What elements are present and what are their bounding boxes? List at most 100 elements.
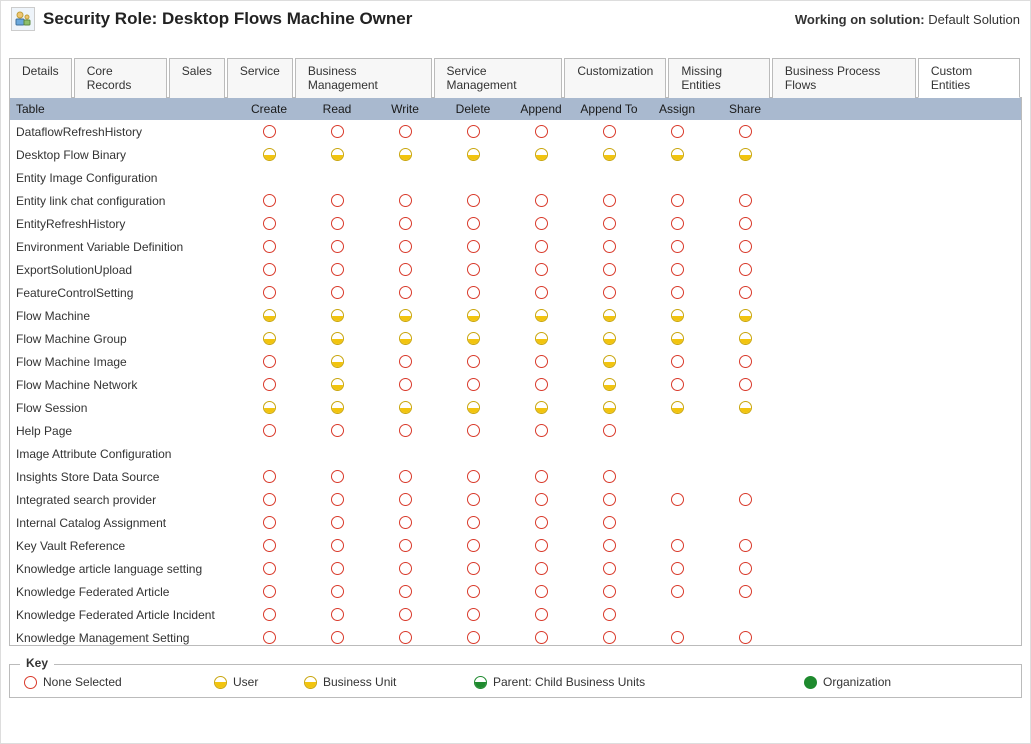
priv-none-icon[interactable] (263, 194, 276, 207)
priv-none-icon[interactable] (671, 286, 684, 299)
priv-cell[interactable] (575, 585, 643, 598)
priv-cell[interactable] (507, 286, 575, 299)
column-header-append[interactable]: Append (507, 102, 575, 116)
priv-cell[interactable] (439, 493, 507, 506)
priv-cell[interactable] (371, 148, 439, 161)
priv-none-icon[interactable] (331, 424, 344, 437)
priv-none-icon[interactable] (263, 378, 276, 391)
entity-name[interactable]: Internal Catalog Assignment (10, 516, 235, 530)
priv-cell[interactable] (371, 217, 439, 230)
priv-cell[interactable] (303, 631, 371, 644)
priv-cell[interactable] (235, 378, 303, 391)
priv-none-icon[interactable] (467, 378, 480, 391)
priv-none-icon[interactable] (399, 608, 412, 621)
priv-none-icon[interactable] (399, 493, 412, 506)
entity-name[interactable]: Integrated search provider (10, 493, 235, 507)
priv-user-icon[interactable] (263, 309, 276, 322)
priv-cell[interactable] (575, 608, 643, 621)
priv-none-icon[interactable] (603, 470, 616, 483)
priv-user-icon[interactable] (603, 309, 616, 322)
priv-none-icon[interactable] (263, 125, 276, 138)
entity-name[interactable]: Knowledge Federated Article (10, 585, 235, 599)
entity-name[interactable]: Help Page (10, 424, 235, 438)
priv-none-icon[interactable] (535, 125, 548, 138)
priv-none-icon[interactable] (739, 631, 752, 644)
priv-none-icon[interactable] (603, 240, 616, 253)
entity-name[interactable]: Image Attribute Configuration (10, 447, 235, 461)
priv-user-icon[interactable] (331, 401, 344, 414)
priv-user-icon[interactable] (331, 309, 344, 322)
priv-cell[interactable] (235, 470, 303, 483)
priv-none-icon[interactable] (739, 539, 752, 552)
priv-user-icon[interactable] (739, 401, 752, 414)
entity-name[interactable]: Flow Machine Image (10, 355, 235, 369)
priv-cell[interactable] (711, 585, 779, 598)
priv-none-icon[interactable] (467, 424, 480, 437)
priv-none-icon[interactable] (467, 125, 480, 138)
priv-cell[interactable] (711, 263, 779, 276)
priv-cell[interactable] (507, 493, 575, 506)
priv-cell[interactable] (371, 493, 439, 506)
priv-cell[interactable] (711, 631, 779, 644)
column-header-create[interactable]: Create (235, 102, 303, 116)
priv-none-icon[interactable] (263, 263, 276, 276)
priv-cell[interactable] (643, 355, 711, 368)
priv-none-icon[interactable] (467, 470, 480, 483)
priv-cell[interactable] (643, 263, 711, 276)
priv-cell[interactable] (371, 286, 439, 299)
priv-cell[interactable] (303, 493, 371, 506)
priv-none-icon[interactable] (263, 355, 276, 368)
priv-user-icon[interactable] (331, 148, 344, 161)
priv-none-icon[interactable] (467, 631, 480, 644)
priv-cell[interactable] (575, 125, 643, 138)
priv-cell[interactable] (507, 562, 575, 575)
priv-cell[interactable] (303, 309, 371, 322)
priv-cell[interactable] (235, 562, 303, 575)
priv-none-icon[interactable] (535, 562, 548, 575)
priv-cell[interactable] (303, 516, 371, 529)
priv-none-icon[interactable] (671, 217, 684, 230)
entity-name[interactable]: Key Vault Reference (10, 539, 235, 553)
priv-cell[interactable] (371, 401, 439, 414)
priv-cell[interactable] (507, 217, 575, 230)
tab-details[interactable]: Details (9, 58, 72, 98)
priv-none-icon[interactable] (399, 125, 412, 138)
priv-none-icon[interactable] (671, 539, 684, 552)
priv-cell[interactable] (303, 332, 371, 345)
priv-user-icon[interactable] (263, 332, 276, 345)
priv-cell[interactable] (303, 585, 371, 598)
priv-none-icon[interactable] (331, 539, 344, 552)
priv-none-icon[interactable] (603, 539, 616, 552)
priv-cell[interactable] (235, 401, 303, 414)
priv-cell[interactable] (303, 148, 371, 161)
priv-none-icon[interactable] (603, 194, 616, 207)
tab-business-process-flows[interactable]: Business Process Flows (772, 58, 916, 98)
priv-none-icon[interactable] (535, 516, 548, 529)
priv-cell[interactable] (371, 585, 439, 598)
priv-cell[interactable] (711, 401, 779, 414)
priv-user-icon[interactable] (399, 401, 412, 414)
priv-none-icon[interactable] (399, 631, 412, 644)
priv-none-icon[interactable] (467, 562, 480, 575)
priv-cell[interactable] (235, 539, 303, 552)
priv-user-icon[interactable] (739, 332, 752, 345)
priv-user-icon[interactable] (467, 309, 480, 322)
priv-none-icon[interactable] (263, 424, 276, 437)
priv-cell[interactable] (371, 470, 439, 483)
tab-business-management[interactable]: Business Management (295, 58, 432, 98)
priv-none-icon[interactable] (263, 562, 276, 575)
priv-cell[interactable] (303, 217, 371, 230)
priv-cell[interactable] (235, 286, 303, 299)
priv-none-icon[interactable] (263, 470, 276, 483)
priv-cell[interactable] (235, 240, 303, 253)
priv-none-icon[interactable] (467, 240, 480, 253)
priv-user-icon[interactable] (535, 332, 548, 345)
priv-cell[interactable] (575, 309, 643, 322)
priv-cell[interactable] (439, 378, 507, 391)
priv-none-icon[interactable] (263, 286, 276, 299)
priv-cell[interactable] (439, 194, 507, 207)
priv-cell[interactable] (303, 194, 371, 207)
priv-cell[interactable] (507, 608, 575, 621)
priv-cell[interactable] (711, 286, 779, 299)
priv-none-icon[interactable] (603, 516, 616, 529)
